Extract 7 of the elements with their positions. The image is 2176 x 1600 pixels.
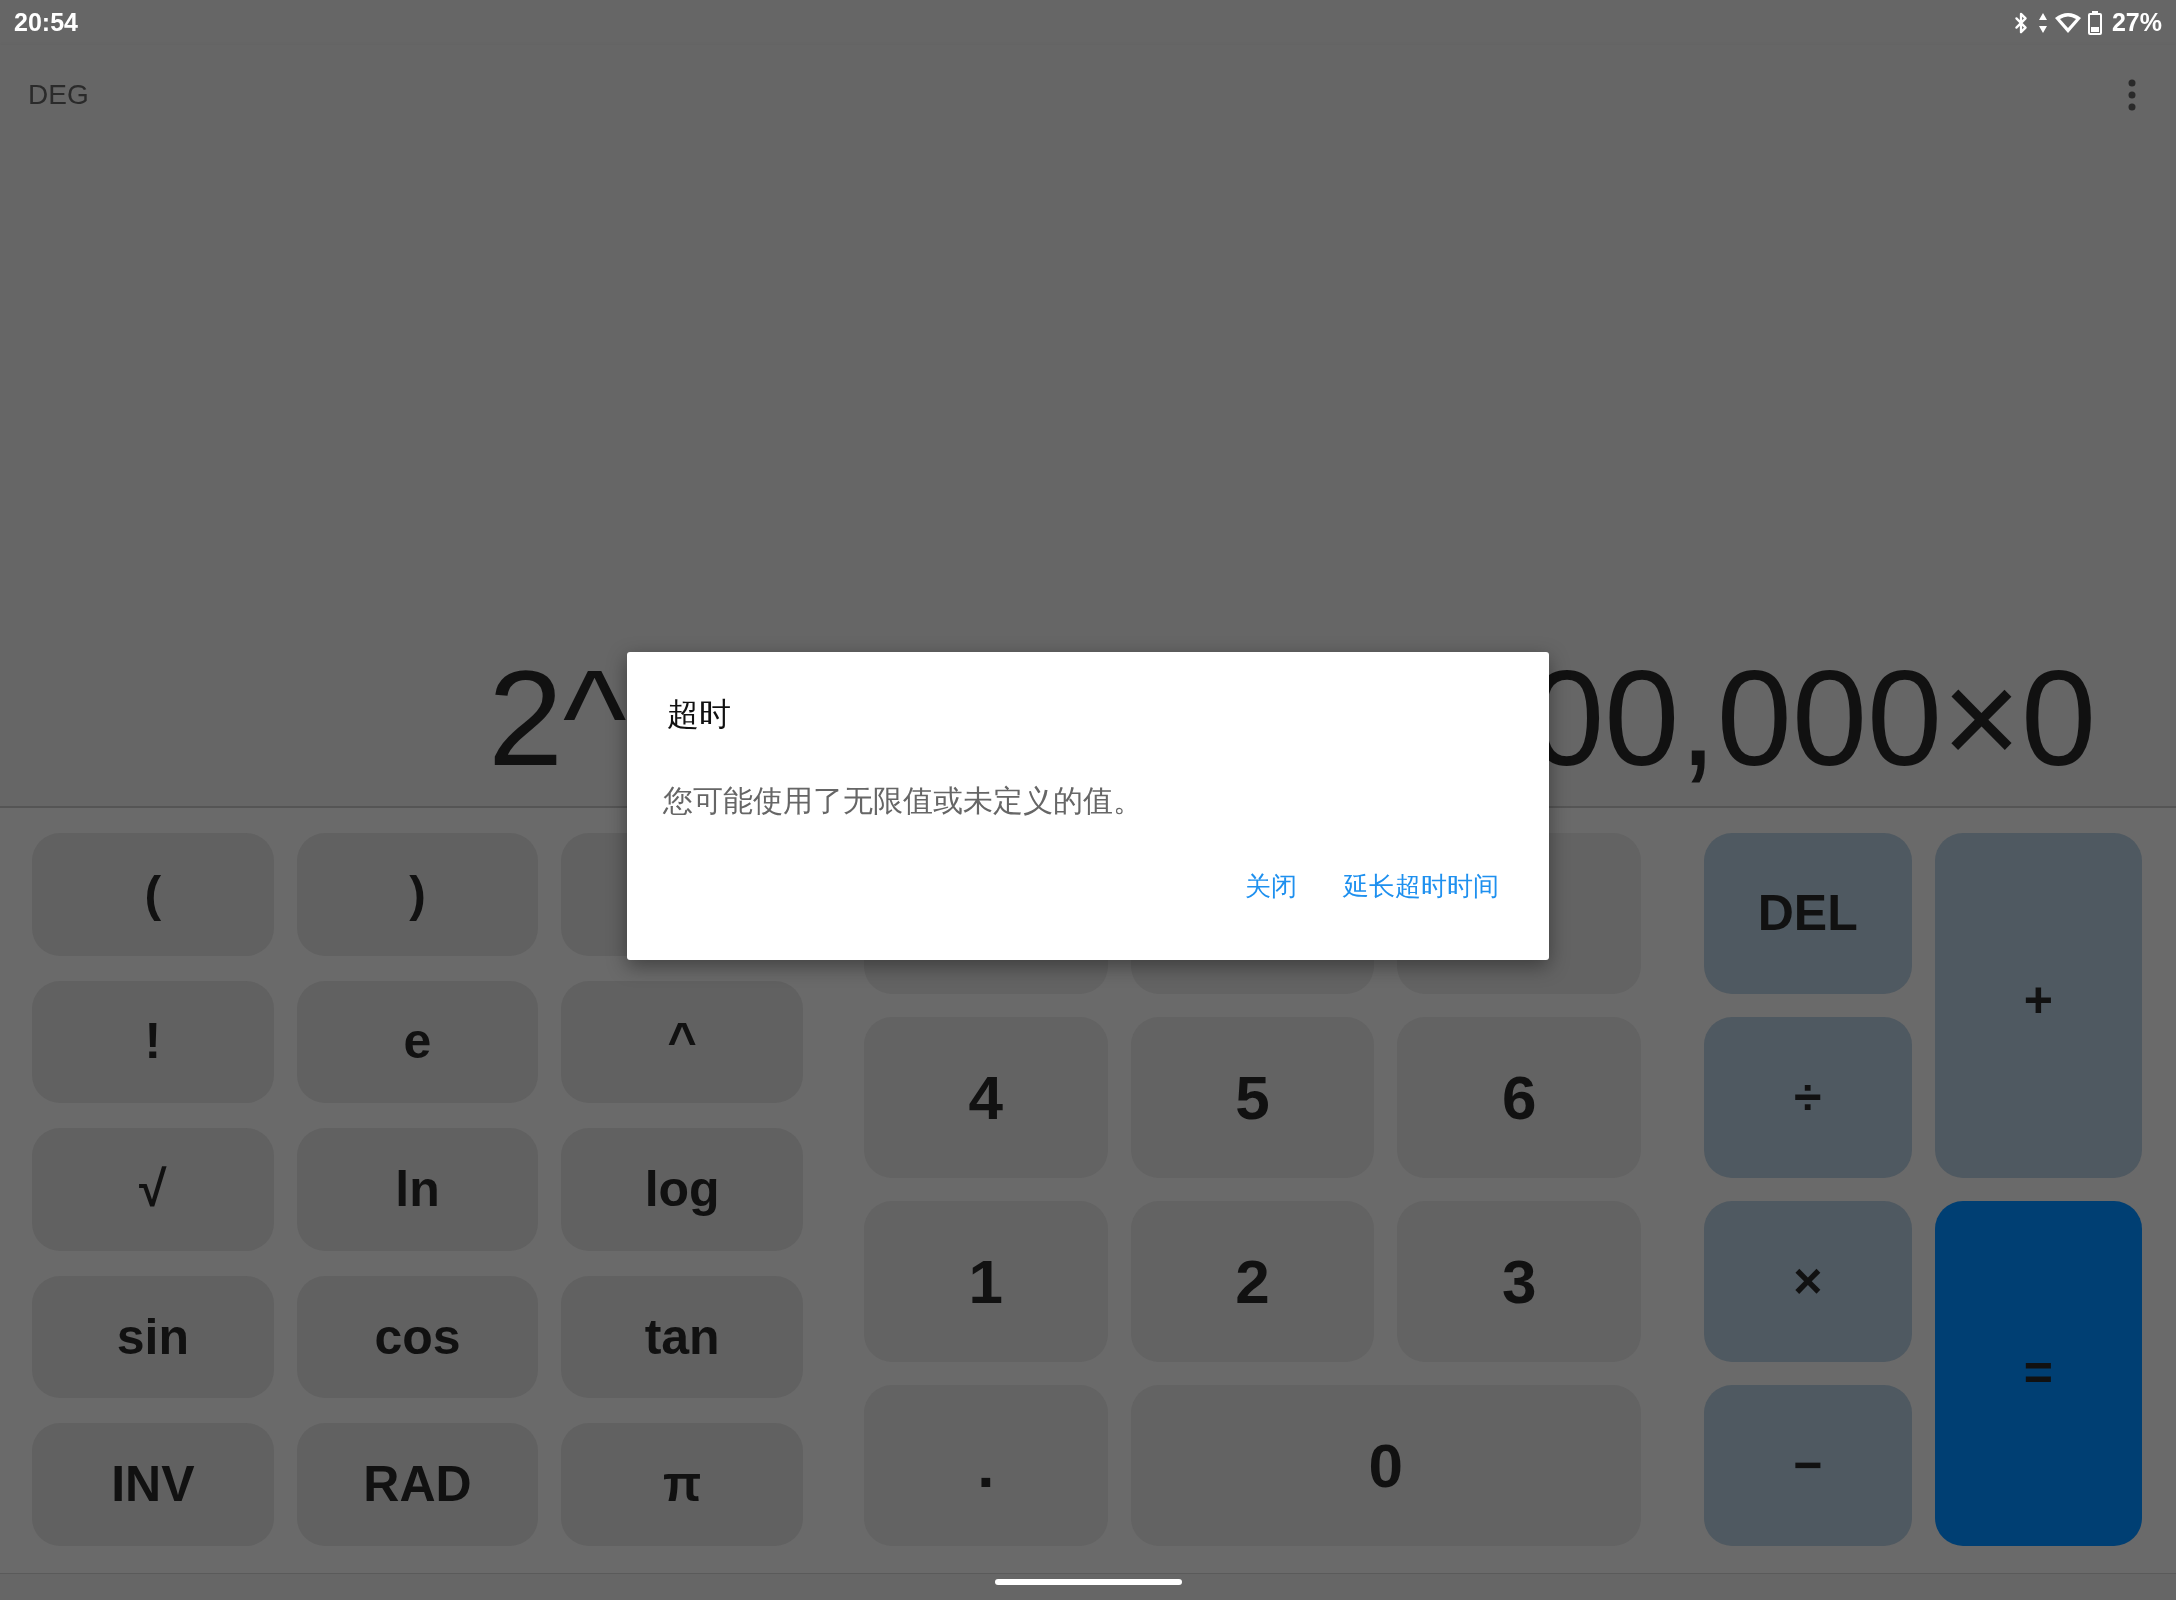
expression-text: 2^ bbox=[488, 651, 627, 786]
expression-text: 00,000×0 bbox=[1529, 651, 2096, 786]
clock-time: 20:54 bbox=[14, 6, 78, 38]
dialog-message: 您可能使用了无限值或未定义的值。 bbox=[663, 783, 1144, 819]
dialog-title: 超时 bbox=[666, 695, 732, 734]
battery-percentage: 27% bbox=[2111, 6, 2162, 38]
angle-mode-label: DEG bbox=[28, 78, 89, 112]
